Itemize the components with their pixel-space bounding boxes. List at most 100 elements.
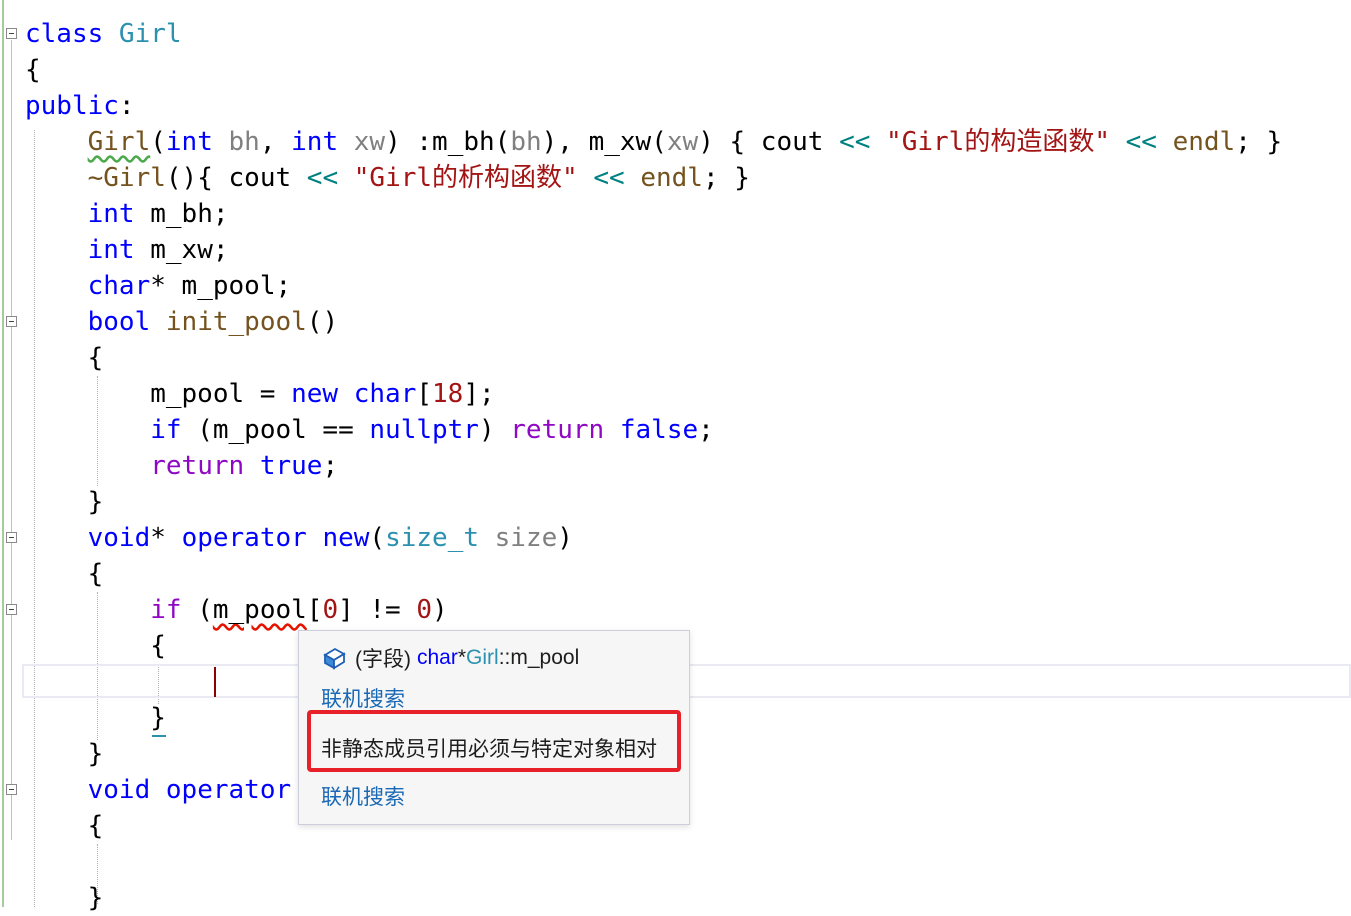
code-line[interactable]: } — [25, 484, 104, 520]
code-line[interactable]: class Girl — [25, 16, 182, 52]
code-token: : — [118, 91, 135, 121]
code-line[interactable]: void* operator new(size_t size) — [25, 520, 573, 556]
code-line[interactable]: void operator — [25, 772, 292, 808]
code-token: { — [25, 343, 104, 373]
code-token: Girl — [87, 127, 151, 157]
text-caret — [214, 667, 216, 697]
code-token: { — [25, 559, 104, 589]
code-token: operator — [165, 775, 292, 805]
code-line[interactable]: if (m_pool == nullptr) return false; — [25, 412, 714, 448]
code-token: m_xw; — [134, 235, 229, 265]
code-token: size_t — [385, 523, 479, 553]
code-line[interactable]: } — [25, 880, 104, 916]
fold-line-class — [11, 40, 12, 840]
code-line[interactable]: } — [25, 736, 104, 772]
code-token: ) :m_bh( — [385, 127, 511, 157]
code-token: char — [353, 379, 417, 409]
field-icon — [323, 647, 346, 670]
code-token: ) — [478, 415, 511, 445]
code-line[interactable]: { — [25, 628, 166, 664]
code-line[interactable]: ~Girl(){ cout << "Girl的析构函数" << endl; } — [25, 160, 750, 196]
code-token: { — [25, 55, 41, 85]
code-token: ; } — [1235, 127, 1283, 157]
code-token: ( — [150, 127, 166, 157]
code-token: bh — [510, 127, 542, 157]
code-token: "Girl的构造函数" — [886, 127, 1110, 157]
code-token: return — [150, 451, 245, 481]
code-line[interactable]: return true; — [25, 448, 338, 484]
change-indicator-bar — [2, 0, 4, 907]
code-token: int — [165, 127, 213, 157]
code-token: bool — [87, 307, 151, 337]
code-line[interactable]: public: — [25, 88, 135, 124]
code-token: int — [87, 199, 135, 229]
code-token: if — [150, 415, 182, 445]
fold-toggle-operator-delete[interactable] — [6, 784, 17, 795]
code-token: ] != — [338, 595, 417, 625]
code-token: endl — [640, 163, 703, 193]
code-line[interactable]: Girl(int bh, int xw) :m_bh(bh), m_xw(xw)… — [25, 124, 1283, 160]
quick-info-tooltip: (字段) char * Girl ::m_pool 联机搜索 非静态成员引用必须… — [298, 630, 690, 825]
code-token: operator — [181, 523, 307, 553]
code-line[interactable]: char* m_pool; — [25, 268, 292, 304]
code-token: endl — [1172, 127, 1236, 157]
code-token: [ — [306, 595, 323, 625]
code-token: new — [291, 379, 339, 409]
code-line[interactable]: int m_bh; — [25, 196, 229, 232]
code-line[interactable]: m_pool = new char[18]; — [25, 376, 494, 412]
fold-toggle-class[interactable] — [6, 28, 17, 39]
code-token: << — [839, 127, 871, 157]
symbol-member: ::m_pool — [498, 646, 580, 669]
code-token: << — [593, 163, 625, 193]
code-token: m_pool — [212, 595, 307, 625]
code-token: Girl — [118, 19, 182, 49]
code-line[interactable]: { — [25, 556, 104, 592]
online-search-link-symbol[interactable]: 联机搜索 — [321, 683, 405, 713]
code-token: size — [494, 523, 558, 553]
code-line[interactable]: int m_xw; — [25, 232, 229, 268]
code-line[interactable]: { — [25, 52, 41, 88]
code-line[interactable]: bool init_pool() — [25, 304, 338, 340]
code-line[interactable]: if (m_pool[0] != 0) — [25, 592, 448, 628]
fold-toggle-operator-new[interactable] — [6, 532, 17, 543]
fold-toggle-if[interactable] — [6, 604, 17, 615]
code-token: ; — [322, 451, 339, 481]
online-search-link-error[interactable]: 联机搜索 — [321, 781, 405, 811]
code-token: } — [25, 703, 166, 733]
code-token: { — [25, 631, 166, 661]
code-token: (){ cout — [165, 163, 307, 193]
code-line[interactable]: { — [25, 340, 104, 376]
code-line[interactable]: } — [25, 700, 166, 736]
code-line[interactable]: { — [25, 808, 104, 844]
code-token: ( — [369, 523, 386, 553]
code-token: << — [306, 163, 339, 193]
code-token: return — [510, 415, 605, 445]
symbol-class: Girl — [466, 646, 499, 669]
code-token: init_pool — [165, 307, 307, 337]
code-token: , — [259, 127, 292, 157]
code-token: { — [25, 811, 104, 841]
code-token: } — [25, 487, 104, 517]
code-token: m_bh; — [134, 199, 229, 229]
error-message: 非静态成员引用必须与特定对象相对 — [321, 738, 657, 761]
code-token: xw — [353, 127, 386, 157]
code-token: ) — [432, 595, 448, 625]
fold-toggle-init-pool[interactable] — [6, 316, 17, 327]
